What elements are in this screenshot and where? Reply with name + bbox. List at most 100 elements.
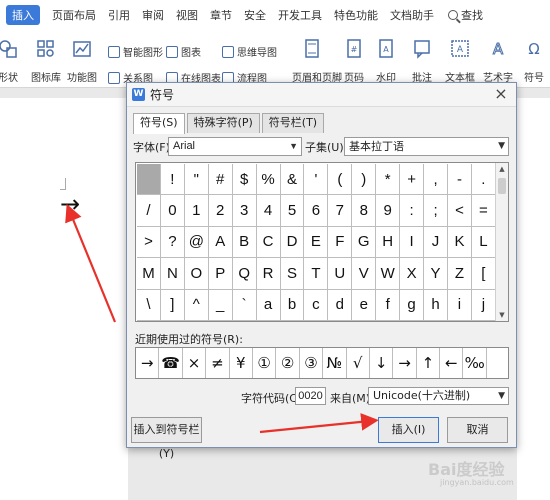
symbol-cell[interactable]: 5 xyxy=(280,195,305,227)
symbol-cell[interactable]: d xyxy=(328,289,353,321)
symbol-cell[interactable]: " xyxy=(184,164,209,196)
subset-select[interactable]: 基本拉丁语 ▼ xyxy=(344,137,509,156)
symbol-cell[interactable]: f xyxy=(376,289,401,321)
smart-graphic-button[interactable]: 智能图形 xyxy=(108,44,163,59)
symbol-cell[interactable]: T xyxy=(304,258,329,290)
menu-review[interactable]: 审阅 xyxy=(142,7,164,23)
symbol-cell[interactable]: ] xyxy=(160,289,185,321)
icon-lib-button[interactable]: 图标库 xyxy=(26,38,66,84)
menu-view[interactable]: 视图 xyxy=(176,7,198,23)
symbol-cell[interactable]: G xyxy=(352,226,377,259)
symbol-cell[interactable]: g xyxy=(400,289,425,321)
symbol-cell[interactable]: : xyxy=(400,195,425,227)
recent-symbol-cell[interactable]: № xyxy=(323,348,347,378)
recent-symbol-cell[interactable]: ① xyxy=(253,348,277,378)
symbol-cell[interactable]: > xyxy=(137,226,161,259)
symbol-cell[interactable]: ( xyxy=(328,164,353,196)
symbol-cell[interactable]: V xyxy=(352,258,377,290)
recent-symbol-cell[interactable]: √ xyxy=(347,348,370,378)
symbol-cell[interactable]: 8 xyxy=(352,195,377,227)
symbol-cell[interactable]: * xyxy=(376,164,401,196)
symbol-cell[interactable]: L xyxy=(471,226,496,259)
symbol-cell[interactable]: ` xyxy=(232,289,257,321)
symbol-cell[interactable]: Q xyxy=(232,258,257,290)
scroll-thumb[interactable] xyxy=(498,178,506,194)
symbol-cell[interactable]: P xyxy=(208,258,233,290)
recent-symbol-cell[interactable]: → xyxy=(393,348,417,378)
menu-reference[interactable]: 引用 xyxy=(108,7,130,23)
symbol-cell[interactable]: W xyxy=(376,258,401,290)
symbol-cell[interactable]: 0 xyxy=(160,195,185,227)
header-footer-button[interactable]: 页眉和页脚 xyxy=(292,38,342,84)
symbol-cell[interactable]: \ xyxy=(137,289,161,321)
symbol-cell[interactable]: 7 xyxy=(328,195,353,227)
close-icon[interactable]: × xyxy=(492,85,510,103)
document-page[interactable] xyxy=(0,98,128,500)
symbol-cell[interactable]: 2 xyxy=(208,195,233,227)
tab-symbol-bar[interactable]: 符号栏(T) xyxy=(261,113,325,133)
insert-to-symbol-bar-button[interactable]: 插入到符号栏(Y) xyxy=(131,417,202,460)
recent-symbol-cell[interactable]: ≠ xyxy=(206,348,230,378)
symbol-cell[interactable]: , xyxy=(424,164,448,196)
symbol-cell[interactable]: _ xyxy=(208,289,233,321)
shapes-button[interactable]: 形状 xyxy=(0,38,28,84)
symbol-cell[interactable]: @ xyxy=(184,226,209,259)
recent-symbol-cell[interactable]: ¥ xyxy=(230,348,253,378)
symbol-cell[interactable]: % xyxy=(256,164,281,196)
symbol-cell[interactable]: < xyxy=(447,195,472,227)
scroll-down-icon[interactable]: ▼ xyxy=(496,309,508,321)
symbol-cell[interactable]: O xyxy=(184,258,209,290)
from-select[interactable]: Unicode(十六进制) ▼ xyxy=(368,387,509,405)
symbol-cell[interactable]: S xyxy=(280,258,305,290)
symbol-cell[interactable]: N xyxy=(160,258,185,290)
symbol-cell[interactable]: J xyxy=(424,226,448,259)
art-text-button[interactable]: A 艺术字 xyxy=(478,38,518,85)
symbol-cell[interactable]: ! xyxy=(160,164,185,196)
symbol-cell[interactable]: & xyxy=(280,164,305,196)
symbol-cell[interactable]: H xyxy=(376,226,401,259)
font-select[interactable]: Arial ▼ xyxy=(168,137,302,156)
symbol-cell[interactable]: D xyxy=(280,226,305,259)
symbol-cell[interactable]: [ xyxy=(471,258,496,290)
symbol-cell[interactable]: 1 xyxy=(184,195,209,227)
symbol-cell[interactable]: ' xyxy=(304,164,329,196)
symbol-cell[interactable]: e xyxy=(352,289,377,321)
symbol-cell[interactable]: j xyxy=(471,289,496,321)
symbol-cell[interactable]: # xyxy=(208,164,233,196)
symbol-cell[interactable]: E xyxy=(304,226,329,259)
scroll-up-icon[interactable]: ▲ xyxy=(496,163,508,175)
menu-search[interactable]: 查找 xyxy=(448,7,483,23)
recent-symbol-cell[interactable]: ↓ xyxy=(370,348,394,378)
symbol-cell[interactable]: ^ xyxy=(184,289,209,321)
recent-symbol-cell[interactable]: ‰ xyxy=(463,348,487,378)
recent-symbol-cell[interactable]: → xyxy=(136,348,160,378)
symbol-cell[interactable]: i xyxy=(447,289,472,321)
symbol-cell[interactable] xyxy=(137,164,161,196)
char-code-input[interactable]: 0020 xyxy=(295,387,326,405)
menu-security[interactable]: 安全 xyxy=(244,7,266,23)
textbox-button[interactable]: A 文本框 xyxy=(440,38,480,84)
dialog-titlebar[interactable]: W 符号 × xyxy=(127,83,516,107)
comment-button[interactable]: 批注 xyxy=(402,38,442,84)
tab-symbols[interactable]: 符号(S) xyxy=(133,113,185,134)
symbol-cell[interactable]: a xyxy=(256,289,281,321)
recent-symbol-cell[interactable]: × xyxy=(183,348,207,378)
symbol-cell[interactable]: 9 xyxy=(376,195,401,227)
menu-chapter[interactable]: 章节 xyxy=(210,7,232,23)
menu-page-layout[interactable]: 页面布局 xyxy=(52,7,96,23)
symbol-cell[interactable]: h xyxy=(424,289,448,321)
symbol-cell[interactable]: K xyxy=(447,226,472,259)
symbol-cell[interactable]: 6 xyxy=(304,195,329,227)
symbol-cell[interactable]: B xyxy=(232,226,257,259)
mind-map-button[interactable]: 思维导图 xyxy=(222,44,277,59)
symbol-cell[interactable]: Z xyxy=(447,258,472,290)
recent-symbol-cell[interactable]: ← xyxy=(440,348,464,378)
symbol-cell[interactable]: ; xyxy=(424,195,448,227)
func-chart-button[interactable]: 功能图 xyxy=(62,38,102,84)
symbol-cell[interactable]: 3 xyxy=(232,195,257,227)
symbol-cell[interactable]: . xyxy=(471,164,496,196)
cancel-button[interactable]: 取消 xyxy=(447,417,508,443)
symbol-cell[interactable]: M xyxy=(137,258,161,290)
symbol-button[interactable]: Ω 符号 xyxy=(514,38,550,84)
symbol-cell[interactable]: R xyxy=(256,258,281,290)
